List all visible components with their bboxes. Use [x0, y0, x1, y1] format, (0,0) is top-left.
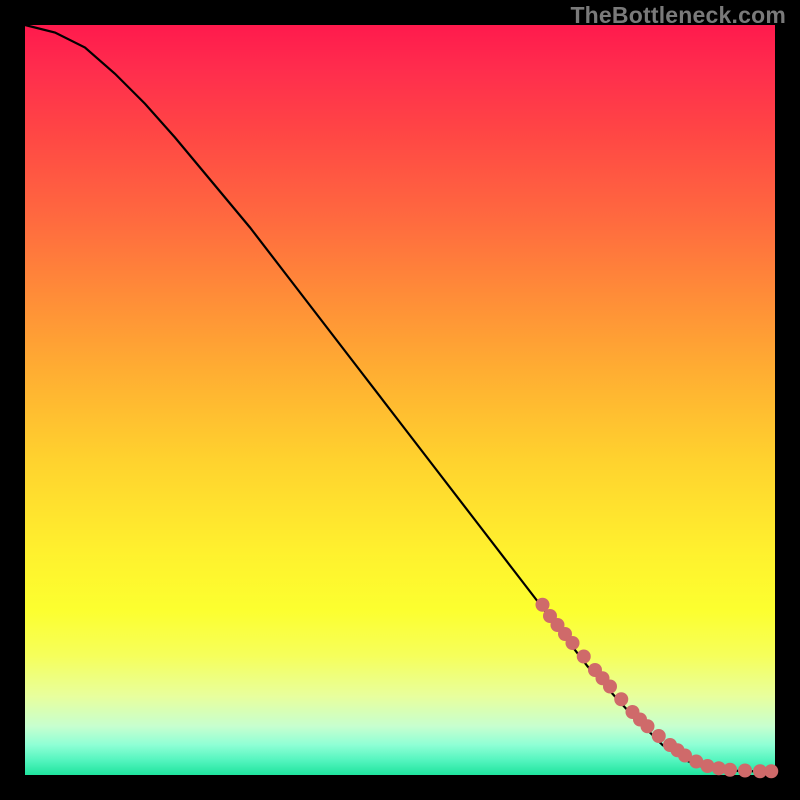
- chart-marker: [566, 636, 580, 650]
- chart-marker: [603, 680, 617, 694]
- chart-plot-area: [25, 25, 775, 775]
- chart-marker: [764, 764, 778, 778]
- chart-marker: [641, 719, 655, 733]
- chart-marker: [614, 692, 628, 706]
- chart-marker: [723, 763, 737, 777]
- chart-line: [25, 25, 775, 771]
- chart-svg: [25, 25, 775, 775]
- chart-stage: TheBottleneck.com: [0, 0, 800, 800]
- chart-marker: [652, 729, 666, 743]
- chart-marker: [577, 650, 591, 664]
- chart-markers: [536, 598, 779, 779]
- chart-marker: [738, 764, 752, 778]
